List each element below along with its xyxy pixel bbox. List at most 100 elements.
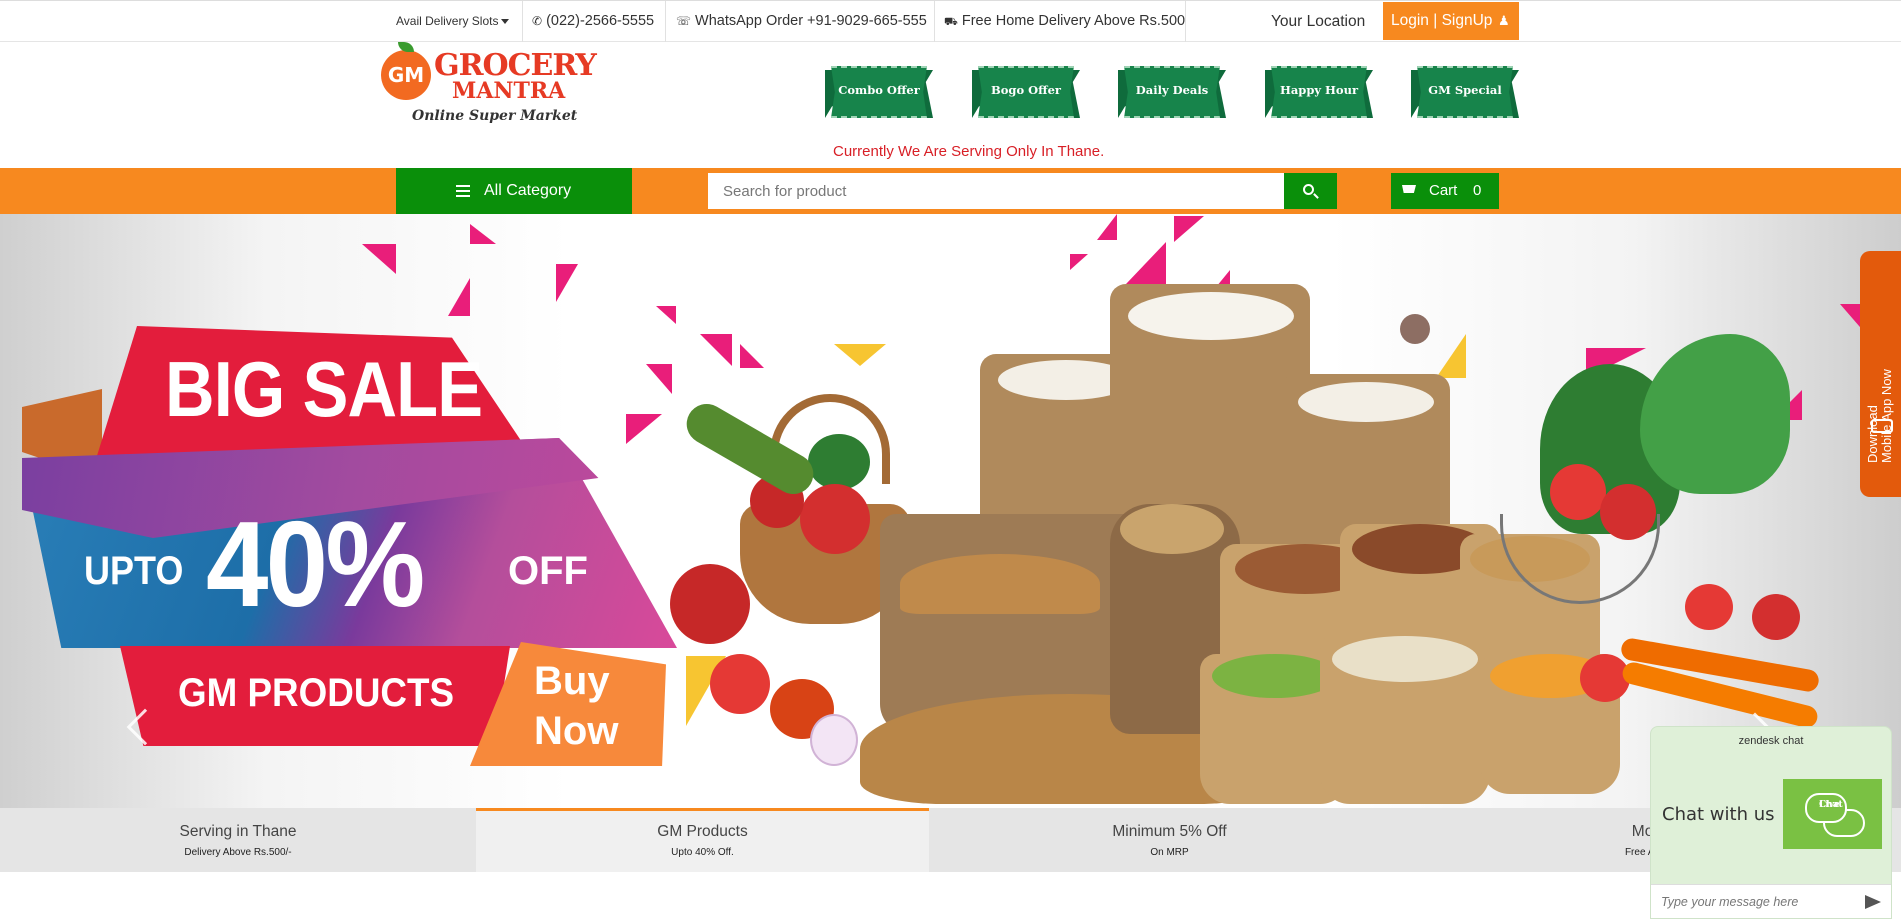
phone-contact[interactable]: ✆ (022)-2566-5555 [532,1,654,42]
rice [1298,382,1434,422]
tomato [710,654,770,714]
download-app-text: Download Mobile App Now [1865,287,1894,463]
live-chat-icon: Live Chat [1805,793,1847,823]
divider [1185,1,1186,42]
feature-title: GM Products [657,823,748,840]
search-input[interactable] [708,173,1284,209]
chat-widget[interactable]: zendesk chat Chat with us Live Chat [1650,726,1892,919]
location-link[interactable]: Your Location [1271,1,1365,42]
live-chat-button[interactable]: Live Chat [1783,779,1882,849]
site-logo[interactable]: GM GROCERY MANTRA Online Super Market [378,42,608,130]
offer-combo[interactable]: Combo Offer [825,66,933,120]
cta-line-1: Buy [534,659,610,703]
offer-label: GM Special [1428,83,1502,97]
whatsapp-number: WhatsApp Order +91-9029-665-555 [695,13,927,29]
free-delivery-text: Free Home Delivery Above Rs.500 [961,13,1186,29]
sale-headline: BIG SALE [165,345,483,433]
delivery-slots-dropdown[interactable]: Avail Delivery Slots [396,1,510,42]
download-line-1: Download [1865,405,1880,463]
confetti-triangle [470,224,496,244]
confetti-triangle [448,278,470,316]
offer-bogo[interactable]: Bogo Offer [972,66,1080,120]
download-line-2: Mobile App Now [1879,369,1894,463]
chat-brand: zendesk chat [1738,735,1804,747]
whatsapp-contact[interactable]: ☏ WhatsApp Order +91-9029-665-555 [676,1,927,42]
feature-title: Minimum 5% Off [1112,823,1227,840]
offer-label: Happy Hour [1279,83,1359,97]
sale-products: GM PRODUCTS [178,671,454,715]
chat-label: Chat with us [1662,804,1775,825]
features-strip: Serving in Thane Delivery Above Rs.500/-… [0,808,1901,872]
offer-label: Bogo Offer [991,83,1061,97]
sale-upto: UPTO [84,549,184,593]
red-pepper [670,564,750,644]
tomato [1685,584,1733,630]
truck-icon: ⛟ [944,16,958,28]
phone-number: (022)-2566-5555 [546,13,655,29]
offer-label: Combo Offer [838,83,920,97]
offer-gm-special[interactable]: GM Special [1411,66,1519,120]
tomato [1550,464,1606,520]
rice [1128,292,1294,340]
chat-input-bar [1651,884,1891,918]
white-lentils [1332,636,1478,682]
leafy-greens [1640,334,1790,494]
offer-daily-deals[interactable]: Daily Deals [1118,66,1226,120]
sale-percent: 40% [206,496,425,632]
search-button[interactable] [1284,173,1337,209]
produce-illustration [670,274,1821,804]
all-category-button[interactable]: All Category [396,168,632,214]
logo-gm-badge: GM [381,50,431,100]
cart-button[interactable]: Cart 0 [1391,173,1499,209]
feature-subtitle: Upto 40% Off. [671,847,734,858]
divider [522,1,523,42]
feature-subtitle: On MRP [1150,847,1189,858]
mobile-phone-icon [1871,419,1893,433]
logo-mantra: MANTRA [452,78,566,104]
all-category-label: All Category [484,182,572,199]
tomato [1752,594,1800,640]
cart-label: Cart [1429,182,1458,199]
onion [810,714,858,766]
user-icon: ♟ [1498,13,1510,28]
live-chat-line-2: Chat [1819,800,1843,810]
send-icon[interactable] [1865,895,1881,909]
download-app-tab[interactable]: Download Mobile App Now [1860,251,1901,497]
confetti-triangle [1097,214,1117,240]
confetti-triangle [656,306,676,324]
hero-banner[interactable]: BIG SALE UPTO 40% OFF GM PRODUCTS Buy No… [0,214,1901,808]
cork-lid [1400,314,1430,344]
feature-item[interactable]: Serving in Thane Delivery Above Rs.500/- [0,808,476,872]
confetti-triangle [362,244,396,274]
divider [934,1,935,42]
chat-message-input[interactable] [1659,891,1849,913]
feature-item-active[interactable]: GM Products Upto 40% Off. [476,808,929,872]
offer-label: Daily Deals [1135,83,1209,97]
confetti-triangle [626,414,662,444]
serving-notice: Currently We Are Serving Only In Thane. [833,143,1105,160]
red-pepper [800,484,870,554]
free-delivery-info: ⛟ Free Home Delivery Above Rs.500 [944,1,1185,42]
cta-line-2: Now [534,709,619,753]
search-icon [1303,184,1314,195]
grain [1120,504,1224,554]
confetti-triangle [646,364,672,394]
hamburger-icon [456,185,470,197]
feature-title: Serving in Thane [179,823,297,840]
caret-down-icon [501,19,510,25]
feature-item[interactable]: Minimum 5% Off On MRP [929,808,1410,872]
login-label: Login | SignUp [1391,12,1493,29]
wheat-grain [900,554,1100,614]
whatsapp-icon: ☏ [676,14,692,28]
broccoli [808,434,870,490]
confetti-triangle [1174,216,1204,242]
phone-icon: ✆ [532,14,543,28]
sale-cta[interactable]: Buy Now [534,656,618,756]
logo-tagline: Online Super Market [412,108,578,124]
confetti-triangle [556,264,578,302]
divider [665,1,666,42]
offer-happy-hour[interactable]: Happy Hour [1265,66,1373,120]
feature-subtitle: Delivery Above Rs.500/- [184,847,292,858]
cart-count: 0 [1473,182,1482,199]
login-signup-button[interactable]: Login | SignUp ♟ [1383,2,1519,40]
